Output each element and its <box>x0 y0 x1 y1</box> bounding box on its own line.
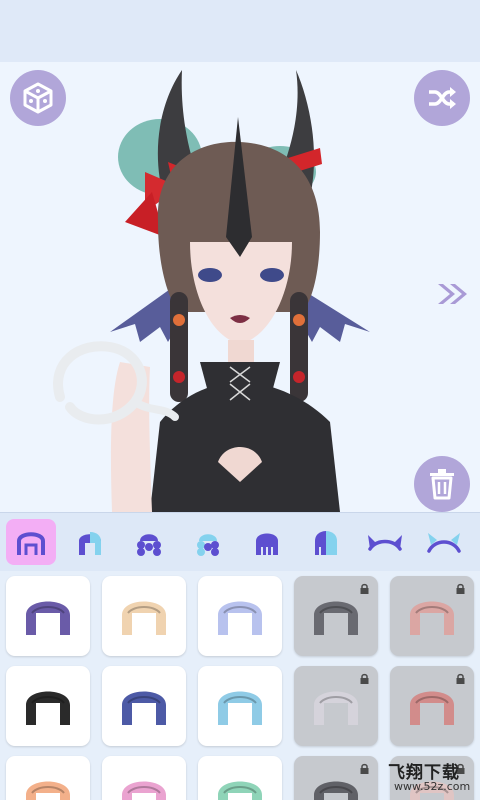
hair-thumbnail <box>26 601 70 635</box>
tab-horns[interactable] <box>360 519 410 565</box>
character-stage <box>0 62 480 512</box>
hair-curly-icon <box>137 534 161 556</box>
lock-icon <box>456 673 465 684</box>
hair-front-icon <box>79 532 101 555</box>
hair-item[interactable] <box>6 666 90 746</box>
hair-item[interactable] <box>102 756 186 800</box>
hair-thumbnail <box>26 781 70 800</box>
hair-thumbnail <box>410 601 454 635</box>
watermark-url: www.52z.com <box>394 780 471 793</box>
trash-icon <box>430 469 454 500</box>
hair-item[interactable] <box>102 576 186 656</box>
lock-icon <box>360 763 369 774</box>
hair-item[interactable] <box>390 666 474 746</box>
headband-icon <box>427 533 461 553</box>
hair-thumbnail <box>122 601 166 635</box>
hair-thumbnail <box>122 781 166 800</box>
hair-full-icon <box>17 532 45 555</box>
top-status-bar <box>0 0 480 62</box>
hair-side-icon <box>197 534 219 556</box>
tab-headband[interactable] <box>419 519 469 565</box>
double-chevron-right-icon[interactable] <box>435 280 471 308</box>
hair-item[interactable] <box>294 666 378 746</box>
hair-item[interactable] <box>198 666 282 746</box>
lock-icon <box>456 583 465 594</box>
shuffle-button[interactable] <box>414 70 470 126</box>
character-preview <box>53 70 370 512</box>
hair-thumbnail <box>218 691 262 725</box>
lock-icon <box>360 673 369 684</box>
tab-hair-full[interactable] <box>6 519 56 565</box>
tab-hair-curly[interactable] <box>124 519 174 565</box>
hair-thumbnail <box>314 601 358 635</box>
hair-thumbnail <box>410 691 454 725</box>
tab-hair-front[interactable] <box>65 519 115 565</box>
delete-button[interactable] <box>414 456 470 512</box>
hair-item[interactable] <box>6 576 90 656</box>
hair-item[interactable] <box>390 576 474 656</box>
hair-thumbnail <box>314 781 358 800</box>
tab-hair-back[interactable] <box>242 519 292 565</box>
hair-item[interactable] <box>198 576 282 656</box>
hair-item[interactable] <box>102 666 186 746</box>
tab-hair-side[interactable] <box>183 519 233 565</box>
lock-icon <box>360 583 369 594</box>
hair-thumbnail <box>218 781 262 800</box>
hair-item[interactable] <box>294 756 378 800</box>
hair-item[interactable] <box>294 576 378 656</box>
hair-item[interactable] <box>198 756 282 800</box>
category-tab-bar <box>0 512 480 571</box>
horns-icon <box>368 535 402 551</box>
hair-split-icon <box>315 531 337 555</box>
hair-thumbnail <box>314 691 358 725</box>
dice-icon <box>23 82 53 114</box>
tab-hair-split[interactable] <box>301 519 351 565</box>
shuffle-icon <box>429 87 456 109</box>
hair-item[interactable] <box>6 756 90 800</box>
watermark: 飞翔下载 www.52z.com <box>386 758 480 800</box>
hair-thumbnail <box>122 691 166 725</box>
randomize-button[interactable] <box>10 70 66 126</box>
hair-back-icon <box>256 533 278 555</box>
hair-thumbnail <box>26 691 70 725</box>
hair-thumbnail <box>218 601 262 635</box>
